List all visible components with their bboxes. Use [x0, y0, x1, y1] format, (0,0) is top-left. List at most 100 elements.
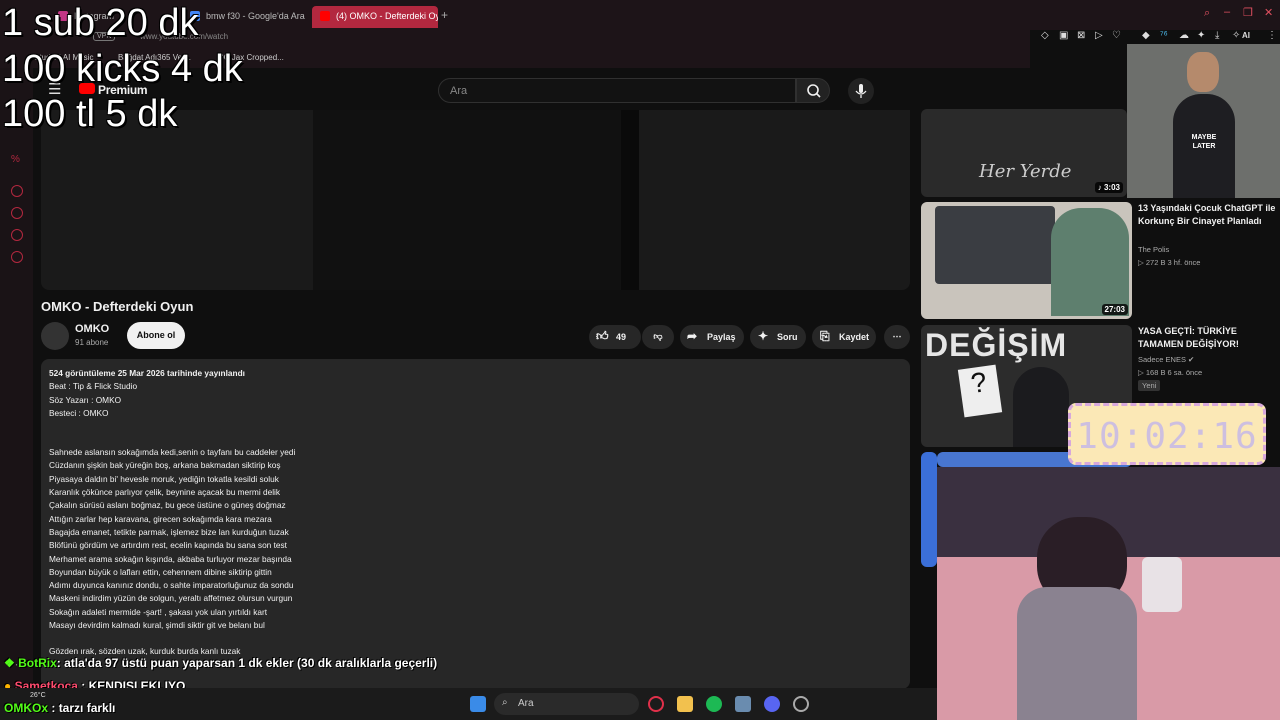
tab-youtube-active[interactable]: (4) OMKO - Defterdeki Oyu [312, 6, 438, 28]
lyric-line: Sokağın adaleti mermide -şart! , şakası … [49, 606, 268, 617]
lyric-line: Boyundan büyük o lafları ettin, cehennem… [49, 566, 272, 577]
video-description[interactable]: 524 görüntüleme 25 Mar 2026 tarihinde ya… [41, 359, 910, 689]
thumbnail-person [1051, 208, 1129, 316]
recommendation-title[interactable]: 13 Yaşındaki Çocuk ChatGPT ile Korkunç B… [1138, 202, 1276, 228]
more-dots-icon: ⋯ [892, 331, 902, 341]
thumbs-up-icon: 👍︎ [596, 329, 609, 343]
like-button[interactable]: 👍︎ 49 [589, 325, 641, 349]
like-count: 49 [616, 332, 627, 342]
maximize-icon[interactable]: ❐ [1243, 6, 1253, 19]
adblock-icon[interactable]: ⊠ [1077, 30, 1085, 41]
menu-icon[interactable]: ⋮ [1267, 30, 1277, 41]
lyric-line: Blöfünü gördüm ve artırdım rest, ecelin … [49, 540, 287, 551]
kick-badge-icon: ❖ [4, 656, 19, 670]
share-icon: ➦ [687, 329, 698, 343]
tab-label: (4) OMKO - Defterdeki Oyu [336, 11, 438, 21]
ask-button[interactable]: ✦ Soru [750, 325, 806, 349]
lyric-line: Masayı devirdim kalmadı kural, şimdi sik… [49, 620, 265, 631]
settings-icon[interactable] [11, 251, 23, 263]
subscribe-button[interactable]: Abone ol [127, 322, 185, 349]
stream-timer: 10:02:16 [1068, 403, 1266, 465]
recommendation-meta: ▷ 272 B 3 hf. önce [1138, 258, 1201, 267]
search-input[interactable]: Ara [438, 78, 796, 103]
screenshot-icon[interactable]: ▣ [1059, 30, 1068, 41]
minimize-icon[interactable]: – [1224, 6, 1230, 18]
play-icon[interactable]: ▷ [1095, 30, 1103, 41]
history-icon[interactable] [11, 207, 23, 219]
discord-icon[interactable] [764, 696, 780, 712]
guest-webcam [937, 467, 1280, 720]
recommendation-channel[interactable]: The Polis [1138, 245, 1169, 254]
channel-avatar[interactable] [41, 322, 69, 350]
question-sign: ? [957, 364, 1003, 418]
chat-username: BotRix [18, 656, 57, 670]
goal-line: 1 sub 20 dk [2, 2, 199, 44]
taskbar-search[interactable]: ⌕ Ara [494, 693, 639, 715]
new-tab-icon[interactable]: + [441, 8, 448, 22]
save-button[interactable]: ⎘ Kaydet [812, 325, 876, 349]
shirt-text: MAYBE LATER [1191, 134, 1217, 150]
file-explorer-icon[interactable] [677, 696, 693, 712]
chat-separator: : [56, 656, 65, 670]
video-duration: 27:03 [1101, 304, 1128, 315]
steam-icon[interactable] [793, 696, 809, 712]
player-icon[interactable] [11, 185, 23, 197]
youtube-icon [320, 11, 330, 21]
browser-sidebar: % ⋯ [0, 68, 33, 688]
new-badge: Yeni [1138, 380, 1161, 391]
search-placeholder: Ara [450, 85, 468, 97]
lyric-line: Merhamet arama sokağın kışında, akbaba t… [49, 553, 292, 564]
description-credit: Beat : Tip & Flick Studio [49, 381, 138, 392]
more-actions-button[interactable]: ⋯ [884, 325, 910, 349]
video-player[interactable] [41, 110, 910, 290]
lyric-line: Karanlık çökünce parlıyor çelik, beynine… [49, 487, 281, 498]
verified-icon: ✔ [1188, 355, 1195, 364]
ai-icon[interactable]: ✧ [1232, 30, 1240, 41]
voice-search-button[interactable] [848, 78, 874, 104]
spotify-icon[interactable] [706, 696, 722, 712]
description-credit: Besteci : OMKO [49, 407, 109, 418]
translate-icon[interactable]: ⁷⁶ [1160, 30, 1168, 41]
goal-line: 100 tl 5 dk [2, 93, 178, 135]
thumbnail-text: Her Yerde [979, 161, 1072, 182]
bookmark-icon[interactable]: ◇ [1041, 30, 1049, 41]
ask-label: Soru [777, 332, 798, 342]
dislike-button[interactable]: 👎︎ [642, 325, 674, 349]
thumbnail-text: DEĞİŞİM [925, 327, 1068, 363]
download-icon[interactable]: ⤓ [1215, 30, 1219, 41]
duration-text: 3:03 [1103, 183, 1120, 192]
share-label: Paylaş [707, 332, 736, 342]
recommendation-title[interactable]: YASA GEÇTİ: TÜRKİYE TAMAMEN DEĞİŞİYOR! [1138, 325, 1276, 351]
sync-icon[interactable] [11, 229, 23, 241]
bookmark-save-icon: ⎘ [820, 329, 830, 343]
windows-start-icon[interactable] [470, 696, 486, 712]
recommendation-thumbnail[interactable]: 27:03 [921, 202, 1132, 319]
extension-icon[interactable]: ◆ [1142, 30, 1150, 41]
opera-icon[interactable] [648, 696, 664, 712]
tab-google[interactable]: bmw f30 - Google'da Ara [182, 6, 310, 28]
lyric-line: Attığın zarlar hep karavana, girecen sok… [49, 513, 272, 524]
description-stats: 524 görüntüleme 25 Mar 2026 tarihinde ya… [49, 368, 245, 378]
heart-icon[interactable]: ♡ [1112, 30, 1121, 41]
chat-message: ❖ BotRix: atla'da 97 üstü puan yaparsan … [4, 656, 437, 670]
search-tabs-icon[interactable]: ⌕ [1204, 7, 1210, 20]
search-button[interactable] [796, 78, 830, 103]
chat-text: tarzı farklı [58, 701, 116, 715]
lyric-line: Adımı duyunca kanınız dondu, o sahte imp… [49, 580, 294, 591]
cloud-icon[interactable]: ☁ [1179, 30, 1189, 41]
channel-name[interactable]: OMKO [75, 323, 109, 335]
tab-label: bmw f30 - Google'da Ara [206, 11, 305, 21]
app-icon[interactable] [735, 696, 751, 712]
recommendation-thumbnail[interactable] [921, 452, 937, 567]
lyric-line: Piyasaya daldın bi' hevesle moruk, yediğ… [49, 473, 279, 484]
weather-temp[interactable]: 26°C [30, 692, 46, 699]
thumbnail-laptop [935, 206, 1055, 284]
percent-icon[interactable]: % [11, 154, 20, 165]
share-button[interactable]: ➦ Paylaş [680, 325, 744, 349]
close-icon[interactable]: ✕ [1264, 6, 1273, 19]
video-frame [313, 110, 623, 290]
recommendation-channel[interactable]: Sadece ENES ✔ [1138, 355, 1194, 364]
recommendation-thumbnail[interactable]: Her Yerde ♪ 3:03 [921, 109, 1127, 197]
channel-name: Sadece ENES [1138, 355, 1186, 364]
puzzle-icon[interactable]: ✦ [1197, 30, 1205, 41]
